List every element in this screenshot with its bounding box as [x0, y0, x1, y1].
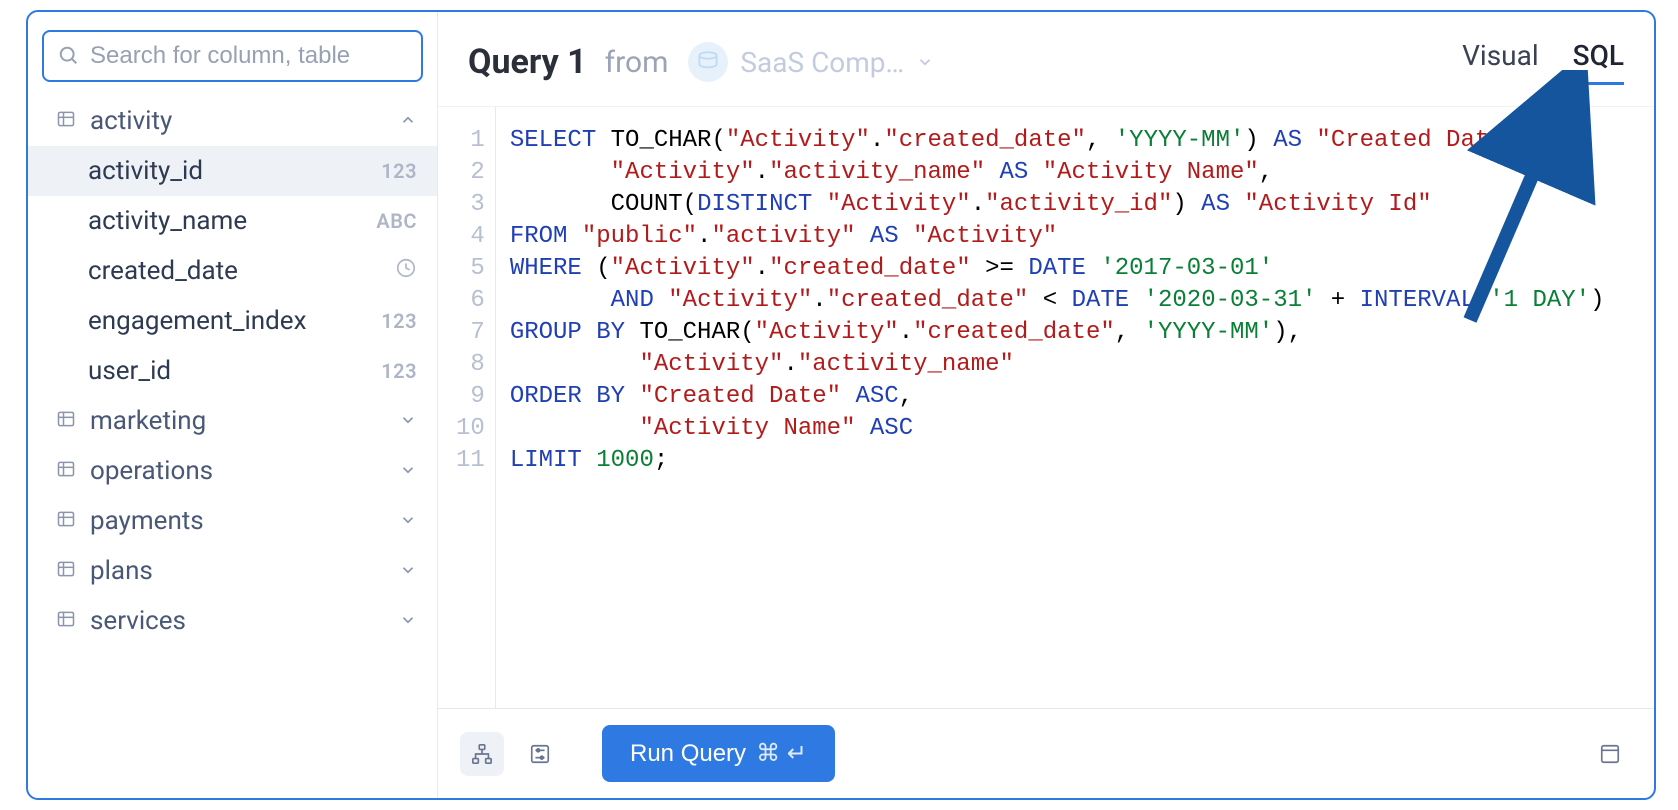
sql-editor[interactable]: 1234567891011 SELECT TO_CHAR("Activity".…: [438, 106, 1654, 708]
table-icon: [56, 106, 76, 136]
line-gutter: 1234567891011: [438, 107, 496, 708]
chevron-down-icon: [399, 406, 417, 436]
table-name: marketing: [90, 406, 399, 436]
from-label: from: [605, 45, 669, 80]
table-icon: [56, 406, 76, 436]
table-icon: [56, 456, 76, 486]
schema-toggle-button[interactable]: [460, 732, 504, 776]
editor-footer: Run Query ⌘ ↵: [438, 708, 1654, 798]
table-row-marketing[interactable]: marketing: [28, 396, 437, 446]
tree-icon: [471, 743, 493, 765]
column-row-created_date[interactable]: created_date: [28, 246, 437, 296]
table-row-plans[interactable]: plans: [28, 546, 437, 596]
column-name: engagement_index: [88, 306, 381, 336]
search-box[interactable]: [42, 30, 423, 82]
panel-icon: [1599, 743, 1621, 765]
table-row-services[interactable]: services: [28, 596, 437, 646]
column-row-engagement_index[interactable]: engagement_index123: [28, 296, 437, 346]
column-name: activity_id: [88, 156, 381, 186]
postgres-icon: [688, 42, 728, 82]
tab-visual[interactable]: Visual: [1462, 39, 1539, 85]
table-icon: [56, 606, 76, 636]
schema-tree: activityactivity_id123activity_nameABCcr…: [28, 96, 437, 798]
table-icon: [56, 556, 76, 586]
settings-toggle-button[interactable]: [518, 732, 562, 776]
table-name: payments: [90, 506, 399, 536]
table-row-operations[interactable]: operations: [28, 446, 437, 496]
table-name: activity: [90, 106, 399, 136]
column-row-activity_name[interactable]: activity_nameABC: [28, 196, 437, 246]
chevron-down-icon: [399, 506, 417, 536]
view-tabs: Visual SQL: [1462, 39, 1624, 85]
chevron-down-icon: [399, 556, 417, 586]
datasource-name: SaaS Comp…: [740, 46, 904, 79]
run-query-label: Run Query: [630, 740, 746, 768]
column-row-activity_id[interactable]: activity_id123: [28, 146, 437, 196]
main-panel: Query 1 from SaaS Comp… Visual SQL 12345…: [438, 12, 1654, 798]
column-name: activity_name: [88, 206, 376, 236]
column-name: user_id: [88, 356, 381, 386]
type-badge: 123: [381, 309, 417, 333]
chevron-down-icon: [916, 53, 934, 71]
datasource-selector[interactable]: SaaS Comp…: [686, 36, 936, 88]
table-icon: [56, 506, 76, 536]
layout-toggle-button[interactable]: [1588, 732, 1632, 776]
chevron-down-icon: [399, 456, 417, 486]
app-frame: activityactivity_id123activity_nameABCcr…: [26, 10, 1656, 800]
sql-code[interactable]: SELECT TO_CHAR("Activity"."created_date"…: [496, 107, 1654, 708]
sliders-icon: [529, 743, 551, 765]
table-name: operations: [90, 456, 399, 486]
query-title[interactable]: Query 1: [468, 42, 587, 82]
clock-icon: [395, 256, 417, 286]
type-badge: ABC: [376, 209, 417, 233]
table-name: plans: [90, 556, 399, 586]
search-icon: [58, 45, 80, 67]
chevron-up-icon: [399, 106, 417, 136]
type-badge: 123: [381, 159, 417, 183]
column-row-user_id[interactable]: user_id123: [28, 346, 437, 396]
table-name: services: [90, 606, 399, 636]
table-row-activity[interactable]: activity: [28, 96, 437, 146]
tab-sql[interactable]: SQL: [1573, 39, 1624, 85]
schema-sidebar: activityactivity_id123activity_nameABCcr…: [28, 12, 438, 798]
table-row-payments[interactable]: payments: [28, 496, 437, 546]
run-query-button[interactable]: Run Query ⌘ ↵: [602, 725, 835, 782]
query-header: Query 1 from SaaS Comp… Visual SQL: [438, 12, 1654, 106]
type-badge: 123: [381, 359, 417, 383]
search-input[interactable]: [90, 42, 407, 70]
column-name: created_date: [88, 256, 395, 286]
chevron-down-icon: [399, 606, 417, 636]
run-query-shortcut: ⌘ ↵: [756, 739, 807, 768]
